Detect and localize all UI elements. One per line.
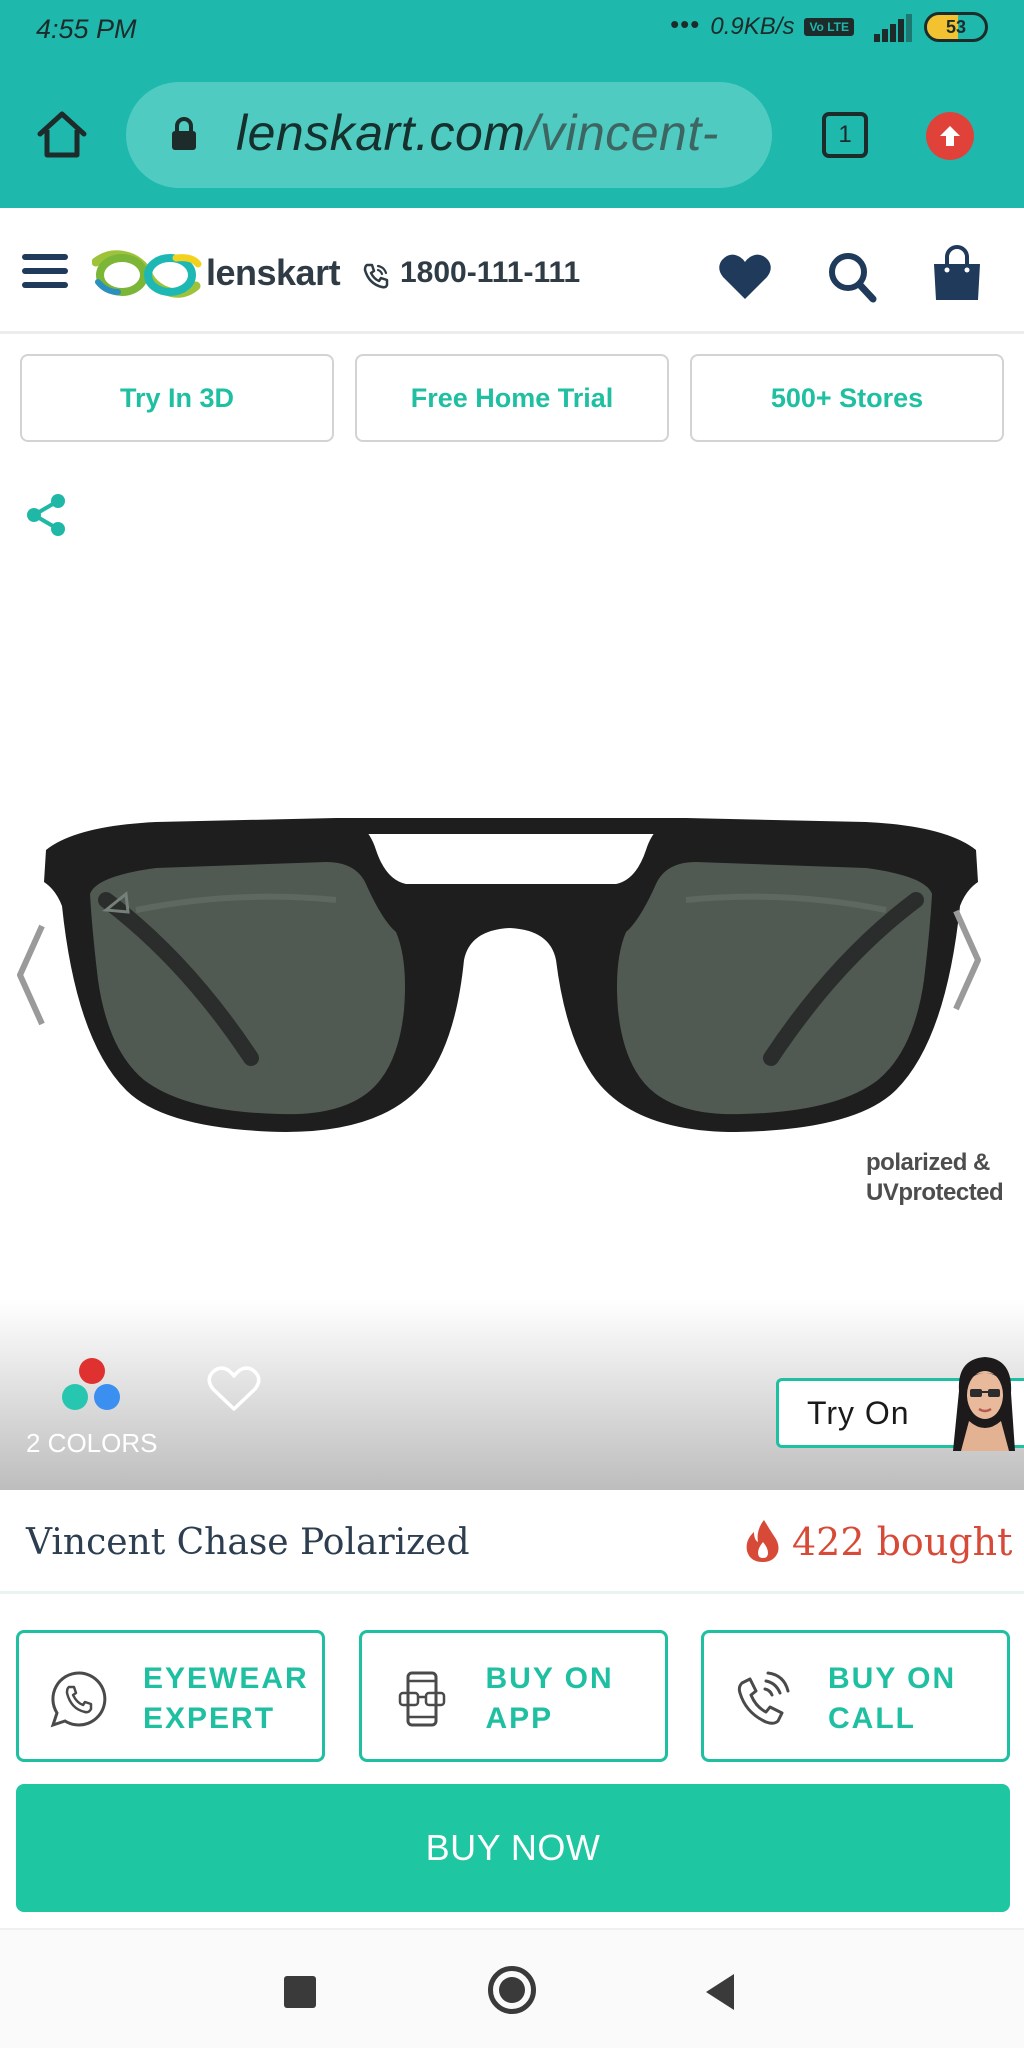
search-icon[interactable] (826, 250, 878, 304)
update-icon[interactable] (926, 112, 974, 160)
url-path: /vincent- (525, 105, 719, 161)
eyewear-expert-button[interactable]: EYEWEAR EXPERT (16, 1630, 325, 1762)
whatsapp-icon (47, 1667, 111, 1731)
free-home-trial-button[interactable]: Free Home Trial (355, 354, 669, 442)
battery-icon: 53 (924, 12, 988, 42)
status-indicators: ••• 0.9KB/s Vo LTE 53 (670, 9, 988, 42)
model-avatar-icon (939, 1351, 1024, 1451)
try-in-3d-button[interactable]: Try In 3D (20, 354, 334, 442)
color-swatches-icon[interactable] (60, 1358, 124, 1414)
buy-on-app-button[interactable]: BUY ON APP (358, 1630, 668, 1762)
site-header: lenskart 1800-111-111 (0, 208, 1024, 334)
calling-phone-icon (732, 1667, 796, 1731)
hamburger-menu-icon[interactable] (22, 254, 68, 290)
brand-name[interactable]: lenskart (206, 252, 341, 294)
action-cards: EYEWEAR EXPERT BUY ON APP BUY ON CALL (16, 1630, 1010, 1762)
product-name: Vincent Chase Polarized (26, 1522, 470, 1563)
colors-count[interactable]: 2 COLORS (26, 1428, 158, 1459)
phone-icon (362, 262, 390, 290)
url-text[interactable]: lenskart.com/vincent- (236, 104, 756, 162)
volte-icon: Vo LTE (804, 18, 854, 36)
buy-on-app-label: BUY ON APP (485, 1662, 614, 1735)
share-icon[interactable] (24, 492, 68, 538)
status-bar: 4:55 PM ••• 0.9KB/s Vo LTE 53 (0, 0, 1024, 60)
status-time: 4:55 PM (36, 14, 137, 44)
previous-image-arrow-icon[interactable] (10, 920, 50, 1030)
url-domain: lenskart.com (236, 105, 526, 161)
back-icon[interactable] (704, 1972, 738, 2012)
browser-chrome: 4:55 PM ••• 0.9KB/s Vo LTE 53 lenskart.c… (0, 0, 1024, 208)
product-info: Vincent Chase Polarized 422 bought (0, 1490, 1024, 1594)
try-on-label: Try On (807, 1395, 910, 1431)
eyewear-expert-label: EYEWEAR EXPERT (143, 1662, 309, 1735)
product-image[interactable] (36, 810, 986, 1170)
network-speed: 0.9KB/s (710, 13, 795, 40)
address-bar[interactable]: lenskart.com/vincent- (126, 82, 772, 188)
tabs-icon[interactable]: 1 (822, 112, 868, 158)
url-row: lenskart.com/vincent- 1 (0, 82, 1024, 188)
phone-number[interactable]: 1800-111-111 (400, 256, 580, 290)
recents-icon[interactable] (284, 1976, 316, 2008)
try-on-button[interactable]: Try On (776, 1357, 1024, 1451)
cart-bag-icon[interactable] (930, 244, 984, 304)
buy-on-call-button[interactable]: BUY ON CALL (701, 1630, 1010, 1762)
bought-count: 422 bought (792, 1520, 1013, 1564)
flame-icon (744, 1518, 782, 1564)
signal-strength-icon (864, 12, 914, 42)
favorite-heart-icon[interactable] (206, 1364, 262, 1414)
polarized-badge: polarized & UVprotected (866, 1149, 1004, 1206)
product-image-carousel[interactable]: polarized & UVprotected 2 COLORS Try On (0, 560, 1024, 1490)
phone-glasses-icon (390, 1667, 454, 1731)
home-nav-icon[interactable] (488, 1966, 536, 2014)
feature-buttons: Try In 3D Free Home Trial 500+ Stores (20, 354, 1004, 442)
lenskart-logo-icon[interactable] (91, 248, 202, 300)
android-nav-bar (0, 1928, 1024, 2048)
next-image-arrow-icon[interactable] (948, 905, 988, 1015)
stores-button[interactable]: 500+ Stores (690, 354, 1004, 442)
notification-dots-icon: ••• (670, 9, 701, 39)
buy-on-call-label: BUY ON CALL (828, 1662, 957, 1735)
battery-percent: 53 (945, 16, 967, 37)
wishlist-heart-icon[interactable] (718, 252, 772, 302)
home-icon[interactable] (34, 106, 90, 162)
buy-now-button[interactable]: BUY NOW (16, 1784, 1010, 1912)
tab-count: 1 (838, 121, 852, 148)
lock-icon (170, 116, 198, 152)
